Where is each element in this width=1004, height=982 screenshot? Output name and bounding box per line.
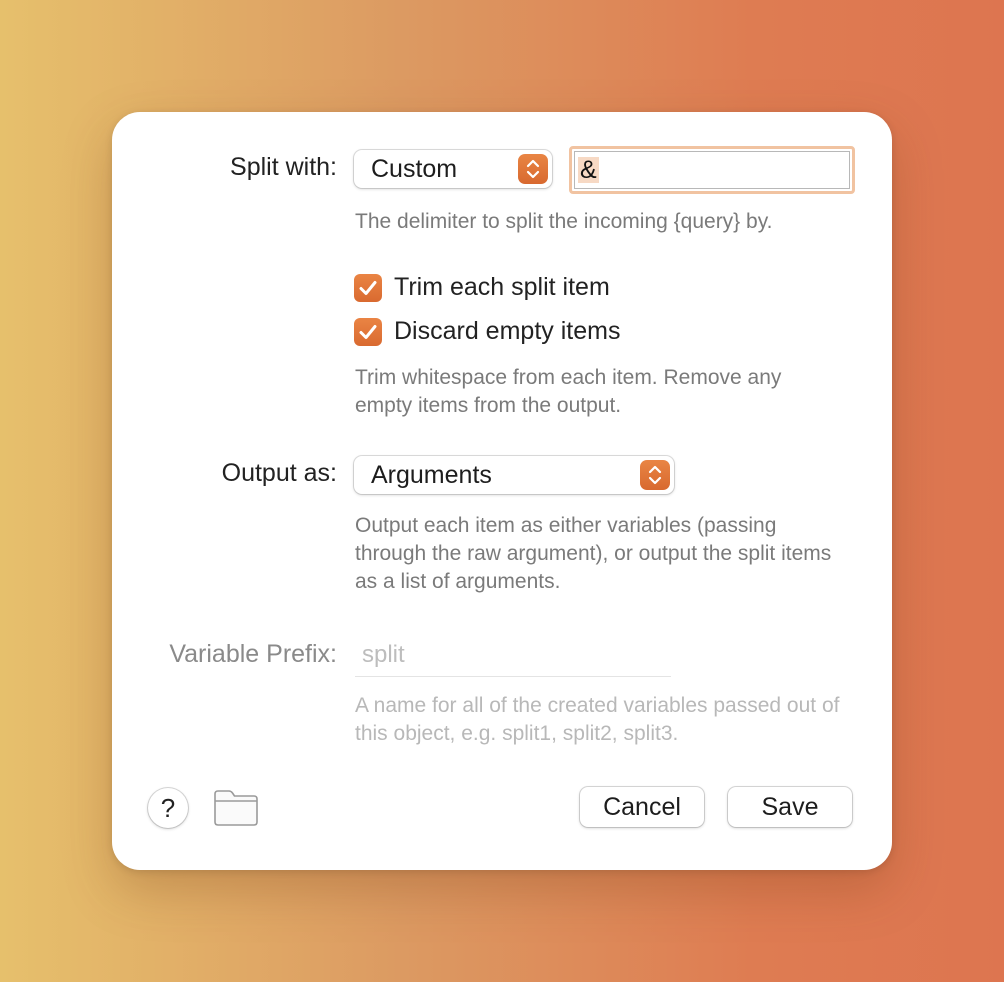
checkmark-icon [359, 281, 377, 295]
trim-items-label: Trim each split item [394, 273, 610, 301]
cancel-button[interactable]: Cancel [580, 787, 704, 827]
save-button[interactable]: Save [728, 787, 852, 827]
output-as-label: Output as: [221, 459, 337, 487]
folder-icon[interactable] [212, 788, 260, 828]
delimiter-input-border [574, 151, 850, 189]
discard-empty-checkbox[interactable] [354, 318, 382, 346]
split-with-popup[interactable]: Custom [354, 150, 552, 188]
delimiter-input-value: & [578, 156, 599, 184]
help-button[interactable]: ? [148, 788, 188, 828]
output-as-popup[interactable]: Arguments [354, 456, 674, 494]
chevron-up-down-icon [518, 154, 548, 184]
output-help-text: Output each item as either variables (pa… [355, 514, 832, 593]
split-dialog: Split with: Custom & The delimiter to sp… [112, 112, 892, 870]
split-help-text: The delimiter to split the incoming {que… [355, 210, 773, 233]
trim-items-checkbox[interactable] [354, 274, 382, 302]
variable-prefix-label: Variable Prefix: [169, 640, 337, 668]
delimiter-input[interactable]: & [569, 146, 855, 194]
output-as-value: Arguments [371, 461, 492, 489]
prefix-help-text: A name for all of the created variables … [355, 694, 840, 745]
discard-empty-label: Discard empty items [394, 317, 621, 345]
checkmark-icon [359, 325, 377, 339]
variable-prefix-input[interactable]: split [355, 636, 671, 677]
variable-prefix-placeholder: split [362, 641, 405, 668]
chevron-up-down-icon [640, 460, 670, 490]
split-with-value: Custom [371, 155, 458, 183]
split-with-label: Split with: [230, 153, 337, 181]
options-help-text: Trim whitespace from each item. Remove a… [355, 366, 782, 417]
